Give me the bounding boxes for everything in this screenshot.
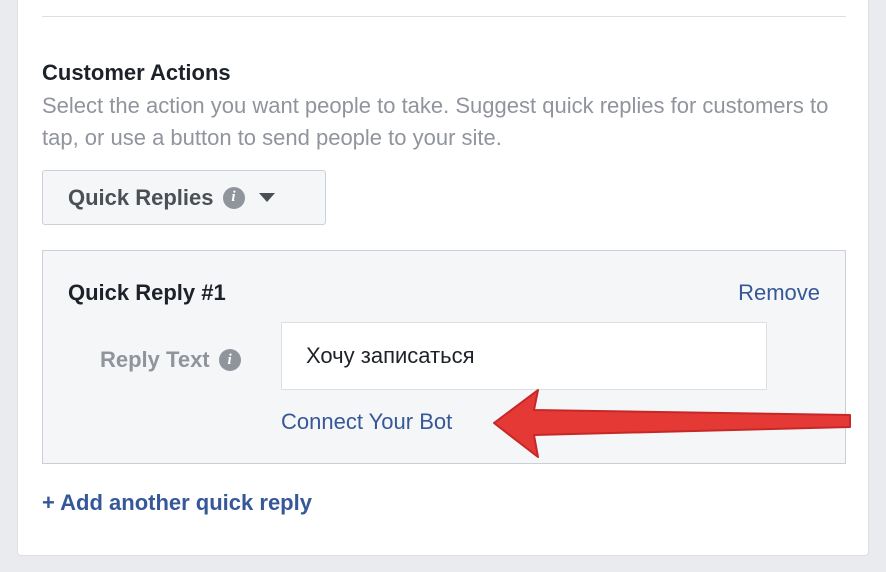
quick-reply-title: Quick Reply #1 <box>68 280 226 305</box>
add-quick-reply-link[interactable]: + Add another quick reply <box>42 490 312 516</box>
section-title: Customer Actions <box>42 60 231 85</box>
action-type-dropdown[interactable]: Quick Replies i <box>42 170 326 225</box>
info-icon[interactable]: i <box>222 186 245 209</box>
connect-your-bot-link[interactable]: Connect Your Bot <box>281 409 452 435</box>
dropdown-selected-label: Quick Replies <box>68 184 214 210</box>
divider <box>42 16 846 17</box>
reply-text-label-text: Reply Text <box>100 347 210 372</box>
red-arrow-icon <box>493 389 851 458</box>
caret-down-icon <box>258 193 275 202</box>
section-description: Select the action you want people to tak… <box>42 93 829 150</box>
info-icon[interactable]: i <box>218 349 241 371</box>
reply-text-label: Reply Text i <box>100 347 241 373</box>
remove-button[interactable]: Remove <box>738 280 820 306</box>
